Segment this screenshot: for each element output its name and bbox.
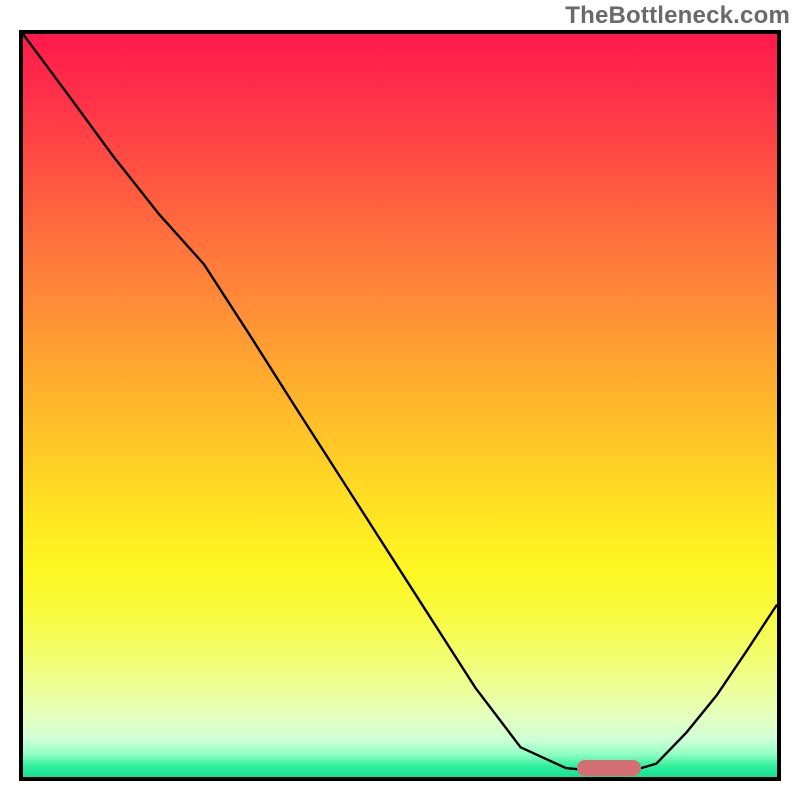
chart-frame: TheBottleneck.com: [0, 0, 800, 800]
bottleneck-curve: [23, 34, 777, 777]
plot-area: [19, 30, 781, 781]
plot-inner: [23, 34, 777, 777]
watermark-text: TheBottleneck.com: [565, 2, 790, 30]
optimal-range-marker: [577, 760, 641, 776]
